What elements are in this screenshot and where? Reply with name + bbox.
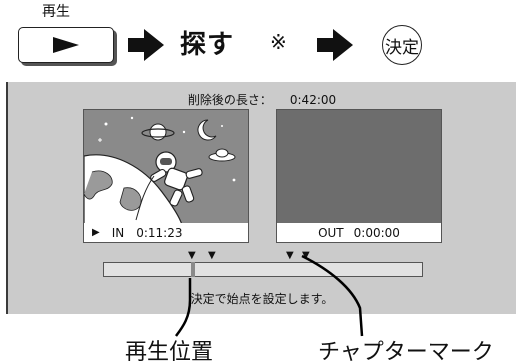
- callout-playback-position: 再生位置: [125, 340, 214, 363]
- callout-chapter-mark: チャプターマーク: [318, 340, 494, 363]
- callout-leader-lines: [175, 254, 364, 337]
